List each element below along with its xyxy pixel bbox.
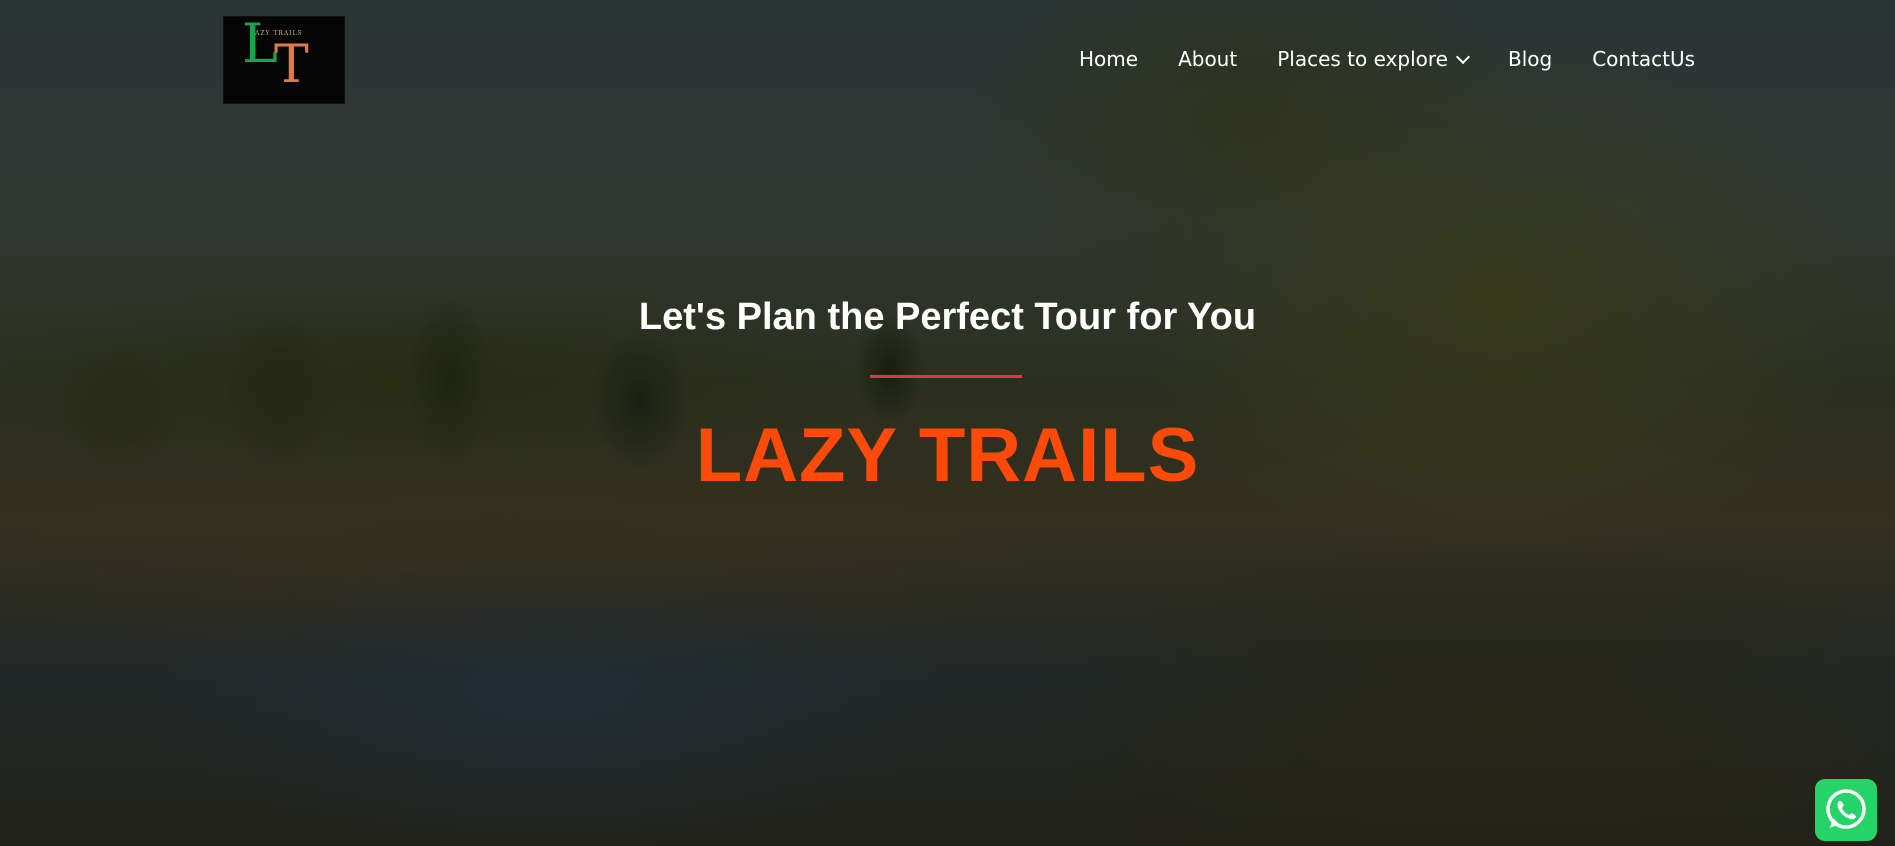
nav-about-link[interactable]: About bbox=[1178, 47, 1237, 71]
site-header: LAZY TRAILS L T Home About Places to exp… bbox=[0, 0, 1895, 110]
logo-letter-t: T bbox=[274, 35, 309, 95]
hero-brand-title: LAZY TRAILS bbox=[695, 413, 1200, 498]
hero-tagline: Let's Plan the Perfect Tour for You bbox=[638, 296, 1257, 338]
site-logo[interactable]: LAZY TRAILS L T bbox=[223, 16, 345, 104]
whatsapp-button[interactable] bbox=[1815, 779, 1877, 841]
logo-letter-l: L bbox=[242, 12, 278, 75]
hero-divider bbox=[870, 375, 1022, 378]
nav-places-dropdown[interactable]: Places to explore bbox=[1277, 47, 1471, 71]
nav-places-label: Places to explore bbox=[1277, 47, 1448, 71]
nav-home-link[interactable]: Home bbox=[1079, 47, 1138, 71]
main-nav: Home About Places to explore Blog Contac… bbox=[1079, 44, 1695, 74]
nav-blog-link[interactable]: Blog bbox=[1508, 47, 1552, 71]
nav-contact-link[interactable]: ContactUs bbox=[1592, 47, 1695, 71]
chevron-down-icon bbox=[1455, 49, 1471, 65]
whatsapp-icon bbox=[1826, 789, 1866, 829]
